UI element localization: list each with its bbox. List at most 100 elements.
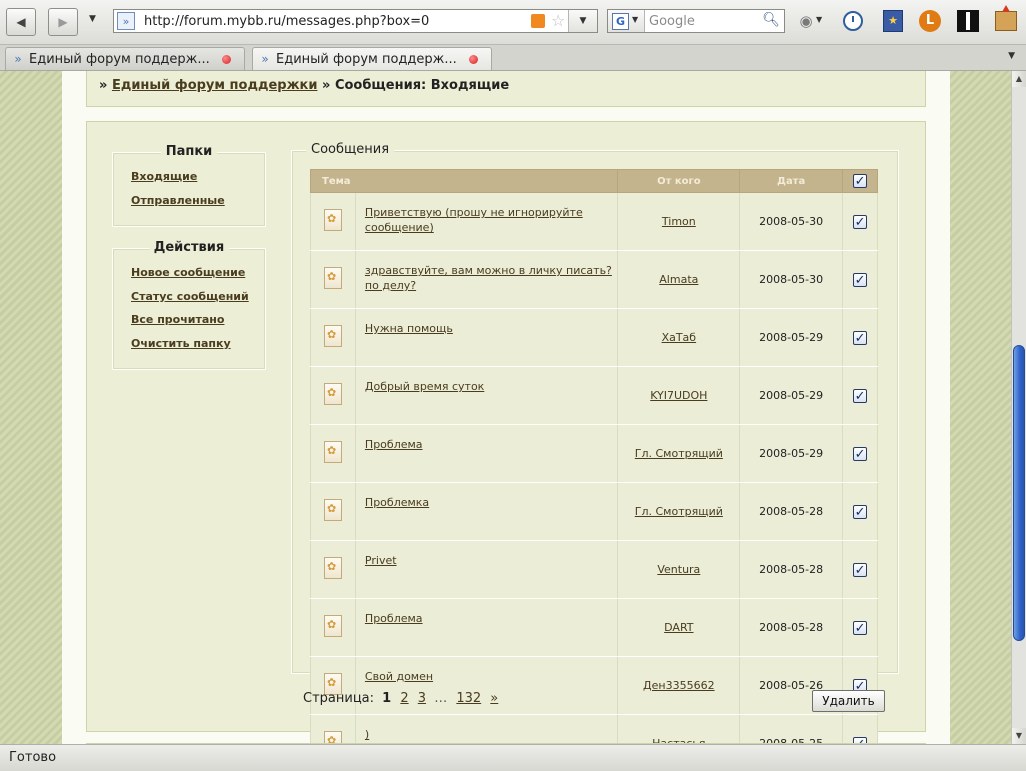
message-subject-link[interactable]: Свой домен bbox=[365, 670, 433, 683]
pagination-next-link[interactable]: » bbox=[490, 691, 498, 706]
tab-label: Единый форум поддерж... bbox=[276, 52, 457, 67]
folder-sent-link[interactable]: Отправленные bbox=[131, 194, 225, 207]
message-subject-link[interactable]: здравствуйте, вам можно в личку писать? … bbox=[365, 264, 612, 292]
from-cell: Ден3355662 bbox=[617, 656, 741, 715]
search-engine-selector[interactable]: G ▼ bbox=[608, 10, 645, 32]
extension-dropdown-icon[interactable]: ▼ bbox=[816, 15, 822, 24]
message-checkbox[interactable]: ✓ bbox=[853, 446, 868, 461]
message-checkbox[interactable]: ✓ bbox=[853, 620, 868, 635]
tab-label: Единый форум поддерж... bbox=[29, 52, 210, 67]
actions-section: Действия Новое сообщение Статус сообщени… bbox=[112, 240, 266, 370]
from-cell: Almata bbox=[617, 250, 741, 309]
message-subject-link[interactable]: Проблема bbox=[365, 612, 423, 625]
message-checkbox[interactable]: ✓ bbox=[853, 504, 868, 519]
message-subject-link[interactable]: Проблема bbox=[365, 438, 423, 451]
scroll-down-arrow-icon[interactable]: ▼ bbox=[1012, 728, 1026, 744]
column-header-subject: Тема bbox=[309, 169, 619, 193]
tab-list-dropdown-icon[interactable]: ▼ bbox=[1008, 51, 1015, 61]
pagination-label: Страница: bbox=[303, 691, 375, 706]
sender-link[interactable]: Almata bbox=[659, 273, 698, 286]
close-tab-icon[interactable] bbox=[469, 55, 478, 64]
message-icon-cell bbox=[310, 714, 356, 744]
select-all-checkbox[interactable]: ✓ bbox=[853, 174, 868, 188]
message-checkbox[interactable]: ✓ bbox=[853, 214, 868, 229]
from-cell: Настасья bbox=[617, 714, 741, 744]
pagination-last-page-link[interactable]: 132 bbox=[456, 691, 481, 706]
history-dropdown-icon[interactable]: ▼ bbox=[89, 14, 96, 24]
message-subject-link[interactable]: Нужна помощь bbox=[365, 322, 453, 335]
from-cell: Timon bbox=[617, 192, 741, 251]
table-row: Нужна помощь ХаТаб 2008-05-29 ✓ bbox=[310, 308, 878, 367]
breadcrumb-forum-link[interactable]: Единый форум поддержки bbox=[112, 78, 318, 93]
column-header-date: Дата bbox=[739, 169, 844, 193]
from-cell: DART bbox=[617, 598, 741, 657]
date-cell: 2008-05-29 bbox=[739, 366, 844, 425]
rss-feed-icon[interactable] bbox=[531, 14, 545, 28]
checkbox-cell: ✓ bbox=[842, 366, 878, 425]
mark-all-read-link[interactable]: Все прочитано bbox=[131, 313, 224, 326]
sender-link[interactable]: Ден3355662 bbox=[643, 679, 715, 692]
pagination-page-link[interactable]: 3 bbox=[418, 691, 426, 706]
message-icon bbox=[323, 441, 342, 463]
new-message-link[interactable]: Новое сообщение bbox=[131, 266, 245, 279]
message-icon-cell bbox=[310, 366, 356, 425]
browser-tab[interactable]: » Единый форум поддерж... bbox=[5, 47, 245, 70]
message-icon-cell bbox=[310, 482, 356, 541]
message-subject-link[interactable]: Privet bbox=[365, 554, 397, 567]
sender-link[interactable]: Ventura bbox=[657, 563, 700, 576]
sender-link[interactable]: Гл. Смотрящий bbox=[635, 505, 723, 518]
package-extension-icon[interactable] bbox=[993, 5, 1019, 34]
breadcrumb-panel: » Единый форум поддержки » Сообщения: Вх… bbox=[86, 71, 926, 107]
pagination-ellipsis: … bbox=[434, 691, 448, 706]
breadcrumb: » Единый форум поддержки » Сообщения: Вх… bbox=[99, 78, 509, 93]
message-icon bbox=[323, 499, 342, 521]
l-extension-icon[interactable]: L bbox=[917, 8, 943, 34]
url-bar[interactable]: » http://forum.mybb.ru/messages.php?box=… bbox=[113, 9, 598, 33]
message-icon-cell bbox=[310, 540, 356, 599]
message-status-link[interactable]: Статус сообщений bbox=[131, 290, 249, 303]
message-subject-link[interactable]: Добрый время суток bbox=[365, 380, 484, 393]
message-icon-cell bbox=[310, 192, 356, 251]
grid-extension-icon[interactable] bbox=[955, 8, 981, 34]
message-subject-link[interactable]: Проблемка bbox=[365, 496, 429, 509]
scroll-up-arrow-icon[interactable]: ▲ bbox=[1012, 71, 1026, 87]
back-arrow-icon: ◀ bbox=[16, 15, 26, 29]
vertical-scrollbar[interactable]: ▲ ▼ bbox=[1011, 71, 1026, 744]
browser-tab-active[interactable]: » Единый форум поддерж... bbox=[252, 47, 492, 70]
checkbox-cell: ✓ bbox=[842, 482, 878, 541]
sender-link[interactable]: Гл. Смотрящий bbox=[635, 447, 723, 460]
magnifier-icon[interactable]: 🔍︎ bbox=[762, 12, 780, 28]
back-button[interactable]: ◀ bbox=[6, 8, 36, 36]
pagination-page-link[interactable]: 2 bbox=[400, 691, 408, 706]
message-checkbox[interactable]: ✓ bbox=[853, 330, 868, 345]
folder-inbox-link[interactable]: Входящие bbox=[131, 170, 197, 183]
messages-section: Сообщения Тема От кого Дата ✓ Приветству… bbox=[291, 142, 899, 744]
breadcrumb-current: Сообщения: Входящие bbox=[334, 78, 510, 93]
message-subject-link[interactable]: Приветствую (прошу не игнорируйте сообще… bbox=[365, 206, 583, 234]
url-dropdown-icon[interactable]: ▼ bbox=[568, 10, 597, 32]
forward-button[interactable]: ▶ bbox=[48, 8, 78, 36]
scrollbar-thumb[interactable] bbox=[1013, 345, 1025, 641]
message-checkbox[interactable]: ✓ bbox=[853, 272, 868, 287]
close-tab-icon[interactable] bbox=[222, 55, 231, 64]
bookmark-star-icon[interactable]: ☆ bbox=[551, 11, 565, 30]
subject-cell: Нужна помощь bbox=[354, 308, 619, 367]
message-checkbox[interactable]: ✓ bbox=[853, 388, 868, 403]
search-bar[interactable]: G ▼ Google 🔍︎ bbox=[607, 9, 785, 33]
message-icon-cell bbox=[310, 598, 356, 657]
sender-link[interactable]: DART bbox=[664, 621, 693, 634]
subject-cell: ) bbox=[354, 714, 619, 744]
notes-extension-icon[interactable]: ★ bbox=[880, 8, 906, 34]
search-input[interactable]: Google bbox=[649, 14, 695, 29]
url-text[interactable]: http://forum.mybb.ru/messages.php?box=0 bbox=[144, 14, 429, 29]
chevron-down-icon: ▼ bbox=[632, 15, 639, 24]
sender-link[interactable]: ХаТаб bbox=[662, 331, 697, 344]
message-checkbox[interactable]: ✓ bbox=[853, 562, 868, 577]
empty-folder-link[interactable]: Очистить папку bbox=[131, 337, 231, 350]
sender-link[interactable]: KYI7UDOH bbox=[650, 389, 707, 402]
message-subject-link[interactable]: ) bbox=[365, 728, 369, 741]
clock-icon[interactable] bbox=[840, 8, 866, 34]
sender-link[interactable]: Timon bbox=[662, 215, 696, 228]
delete-button[interactable]: Удалить bbox=[812, 690, 885, 712]
subject-cell: Проблемка bbox=[354, 482, 619, 541]
